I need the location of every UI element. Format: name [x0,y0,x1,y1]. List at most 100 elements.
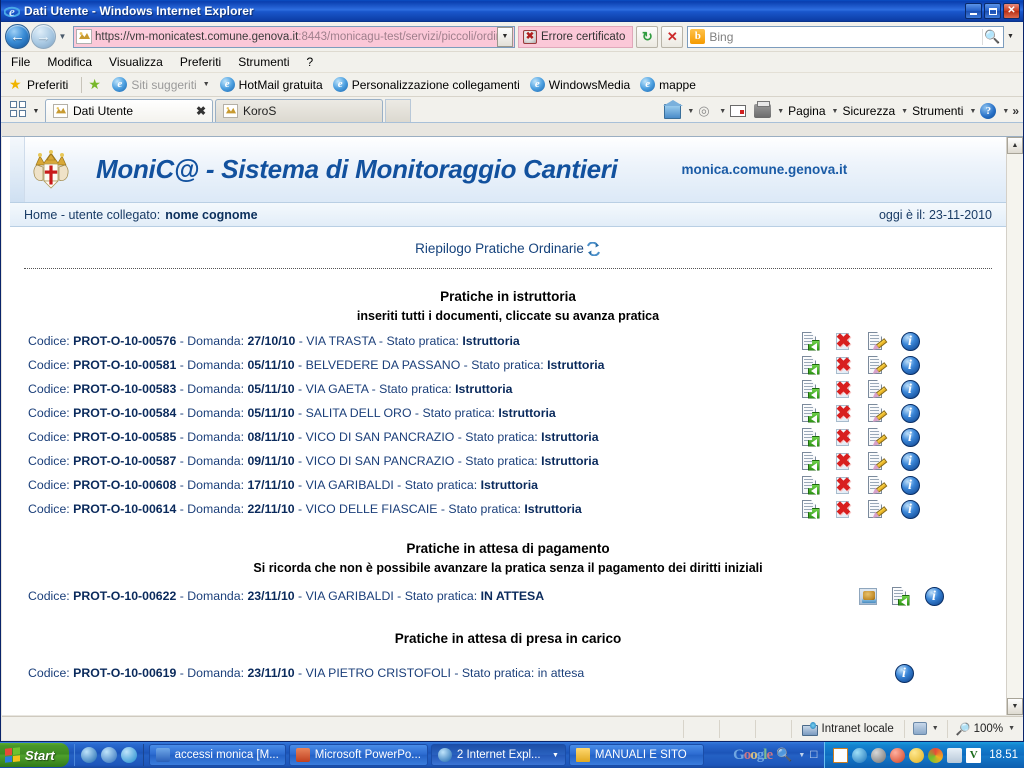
sad-face-tray-icon[interactable] [890,747,906,763]
cmd-sicurezza[interactable]: Sicurezza [838,104,899,118]
avanza-pratica-button[interactable] [794,427,827,448]
taskbar-item-manuali-e-sito[interactable]: MANUALI E SITO [568,744,704,766]
info-pratica-button[interactable]: i [893,499,926,520]
address-dropdown-icon[interactable]: ▼ [497,26,513,47]
scroll-up-button[interactable]: ▲ [1007,137,1023,154]
modifica-pratica-button[interactable] [860,331,893,352]
tab-dati-utente[interactable]: Dati Utente ✖ [45,99,213,122]
modifica-pratica-button[interactable] [860,355,893,376]
stop-button[interactable]: ✕ [661,25,684,48]
protected-mode-indicator[interactable]: ▼ [905,719,948,738]
taskbar-item-powerpoint[interactable]: Microsoft PowerPo... [288,744,428,766]
zoom-control[interactable]: 🔎 100% ▼ [948,720,1023,738]
scrollbar-track[interactable] [1007,154,1023,698]
refresh-list-icon[interactable] [586,241,601,257]
elimina-pratica-button[interactable]: ✖ [827,451,860,472]
elimina-pratica-button[interactable]: ✖ [827,499,860,520]
home-button[interactable] [660,99,685,119]
minimize-button[interactable] [965,3,982,19]
pagamento-button[interactable] [851,586,884,607]
search-icon[interactable]: 🔍 [776,747,792,763]
info-pratica-button[interactable]: i [893,475,926,496]
cmd-pagina[interactable]: Pagina [784,104,829,118]
modifica-pratica-button[interactable] [860,427,893,448]
chevron-down-icon[interactable]: ▼ [901,108,908,115]
fav-item-siti-suggeriti[interactable]: e Siti suggeriti ▼ [112,77,216,92]
menu-item-file[interactable]: File [11,55,39,69]
page-scrollbar[interactable]: ▲ ▼ [1006,137,1023,715]
elimina-pratica-button[interactable]: ✖ [827,475,860,496]
elimina-pratica-button[interactable]: ✖ [827,379,860,400]
tab-koros[interactable]: KoroS [215,99,383,122]
menu-item-preferiti[interactable]: Preferiti [180,55,230,69]
tab-list-dropdown-icon[interactable]: ▼ [29,108,43,115]
elimina-pratica-button[interactable]: ✖ [827,355,860,376]
avanza-pratica-button[interactable] [794,403,827,424]
avanza-pratica-button[interactable] [794,331,827,352]
refresh-button[interactable]: ↻ [636,25,659,48]
avanza-pratica-button[interactable] [794,499,827,520]
close-button[interactable]: ✕ [1003,3,1020,19]
fav-item-mappe[interactable]: e mappe [640,77,703,92]
menu-item-strumenti[interactable]: Strumenti [238,55,298,69]
chevron-down-icon[interactable]: ▼ [969,108,976,115]
info-pratica-button[interactable]: i [893,355,926,376]
volume-tray-icon[interactable] [871,747,887,763]
back-button[interactable]: ← [5,24,30,49]
help-button[interactable]: ? [976,103,1000,119]
scroll-down-button[interactable]: ▼ [1007,698,1023,715]
google-options-icon[interactable]: ☐ [809,750,818,761]
chevron-down-icon[interactable]: ▼ [719,108,726,115]
info-pratica-button[interactable]: i [893,451,926,472]
security-zone[interactable]: Intranet locale [792,719,905,738]
fav-item-windowsmedia[interactable]: e WindowsMedia [529,77,637,92]
avanza-pratica-button[interactable] [794,379,827,400]
address-bar[interactable]: https://vm-monicatest.comune.genova.it:8… [73,25,515,48]
chevron-down-icon[interactable]: ▼ [832,108,839,115]
menu-item-modifica[interactable]: Modifica [47,55,101,69]
fav-item-personalizzazione[interactable]: e Personalizzazione collegamenti [332,77,527,92]
info-pratica-button[interactable]: i [893,427,926,448]
network-tray-icon[interactable] [852,747,868,763]
start-button[interactable]: Start [0,743,69,767]
taskbar-item-accessi-monica[interactable]: accessi monica [M... [148,744,286,766]
command-bar-overflow-icon[interactable]: » [1009,104,1019,118]
elimina-pratica-button[interactable]: ✖ [827,331,860,352]
smiley-tray-icon[interactable] [909,747,925,763]
add-favorite-button[interactable]: ★ [88,77,109,92]
modifica-pratica-button[interactable] [860,379,893,400]
skype-quicklaunch-icon[interactable] [120,747,137,763]
favorites-button[interactable]: ★ Preferiti [9,77,75,92]
feeds-button[interactable]: ◎ [694,104,717,118]
search-icon[interactable]: 🔍 [982,28,1002,45]
modifica-pratica-button[interactable] [860,499,893,520]
forward-button[interactable]: → [31,24,56,49]
modifica-pratica-button[interactable] [860,451,893,472]
quick-tabs-icon[interactable] [7,98,29,120]
chevron-down-icon[interactable]: ▼ [777,108,784,115]
maximize-button[interactable] [984,3,1001,19]
chevron-down-icon[interactable]: ▼ [798,752,805,759]
mail-tray-icon[interactable] [833,747,849,763]
print-button[interactable] [750,101,775,118]
info-pratica-button[interactable]: i [917,586,950,607]
avanza-pratica-button[interactable] [794,355,827,376]
info-pratica-button[interactable]: i [893,379,926,400]
elimina-pratica-button[interactable]: ✖ [827,403,860,424]
ie-quicklaunch-icon[interactable] [80,747,97,763]
close-icon[interactable]: ✖ [196,104,206,118]
clock[interactable]: 18.51 [985,749,1018,761]
info-pratica-button[interactable]: i [893,331,926,352]
chevron-down-icon[interactable]: ▼ [1002,108,1009,115]
google-desktop-bar[interactable]: Google 🔍 ▼ ☐ [727,744,824,766]
modifica-pratica-button[interactable] [860,475,893,496]
avanza-pratica-button[interactable] [884,586,917,607]
recent-pages-button[interactable]: ▼ [56,32,69,41]
mail-button[interactable] [726,105,750,117]
antivirus-tray-icon[interactable] [947,747,963,763]
info-pratica-button[interactable]: i [893,403,926,424]
elimina-pratica-button[interactable]: ✖ [827,427,860,448]
search-provider-dropdown-icon[interactable]: ▼ [1004,33,1017,40]
outlook-quicklaunch-icon[interactable] [100,747,117,763]
colorful-tray-icon[interactable] [928,747,944,763]
